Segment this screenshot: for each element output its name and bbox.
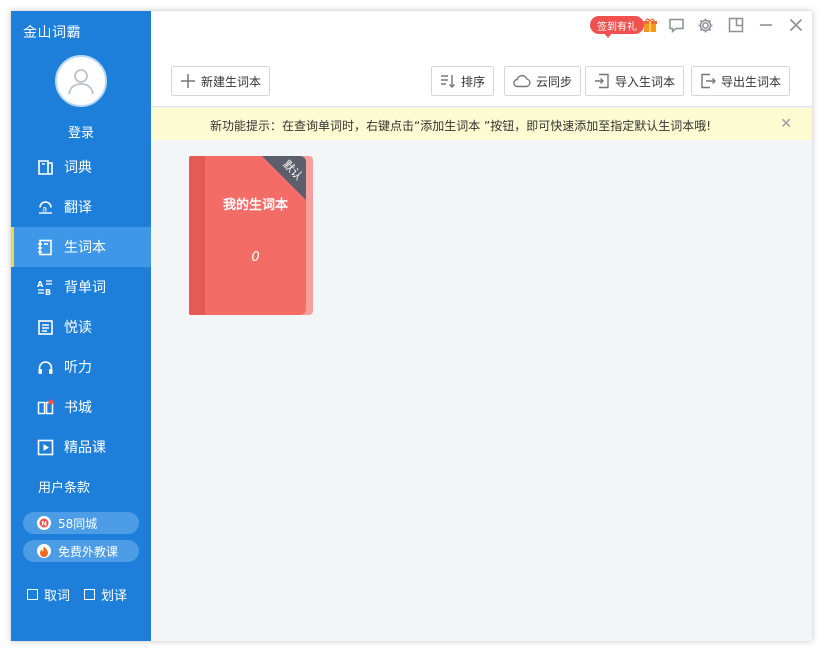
dictionary-icon (36, 158, 54, 176)
sidebar-item-reading[interactable]: 悦读 (11, 307, 151, 347)
export-icon (700, 73, 716, 89)
checkbox-label: 取词 (44, 589, 71, 604)
sidebar-options: 取词 划译 (27, 585, 141, 604)
feedback-icon[interactable] (666, 15, 686, 35)
sort-icon (440, 73, 456, 89)
minimize-icon[interactable] (756, 15, 776, 35)
select-translate-checkbox[interactable]: 划译 (84, 585, 127, 604)
sidebar-item-vocabulary[interactable]: 生词本 (11, 227, 151, 267)
avatar[interactable] (55, 55, 107, 107)
sidebar-nav: 词典 a 翻译 生词本 AB 背单词 悦读 听力 书城 精品课 (11, 147, 151, 467)
book-word-count: 0 (251, 250, 260, 265)
main-panel: 签到有礼 新建生词本 排序 云同步 导入生词本 导出生词本 新功能提示：在查询单… (151, 11, 812, 641)
svg-text:B: B (45, 288, 51, 296)
settings-icon[interactable] (695, 15, 715, 35)
course-play-icon (36, 438, 54, 456)
app-window: 金山词霸 登录 词典 a 翻译 生词本 A B 背单词 悦读 听力 书城 精品课… (11, 11, 812, 641)
login-link[interactable]: 登录 (11, 122, 151, 141)
button-label: 新建生词本 (201, 74, 262, 89)
sidebar-item-translate[interactable]: a 翻译 (11, 187, 151, 227)
new-vocabulary-book-button[interactable]: 新建生词本 (171, 66, 271, 96)
sidebar-item-label: 生词本 (64, 240, 106, 256)
button-label: 云同步 (536, 74, 573, 89)
promo-free-course-button[interactable]: 免费外教课 (23, 540, 139, 562)
promo-58-button[interactable]: N 58同城 (23, 512, 139, 534)
checkbox-box[interactable] (84, 589, 96, 600)
button-label: 排序 (461, 74, 486, 89)
sidebar-item-label: 词典 (64, 160, 92, 176)
top-toolbar: 签到有礼 新建生词本 排序 云同步 导入生词本 导出生词本 (151, 11, 812, 107)
vocabulary-book-icon (36, 238, 54, 256)
checkbox-label: 划译 (101, 589, 128, 604)
gift-icon[interactable] (640, 15, 660, 35)
sidebar-item-dictionary[interactable]: 词典 (11, 147, 151, 187)
mini-mode-icon[interactable] (726, 15, 746, 35)
memorize-words-icon: AB (36, 278, 54, 296)
sidebar-item-listening[interactable]: 听力 (11, 347, 151, 387)
bookstore-icon (36, 398, 54, 416)
svg-text:N: N (41, 520, 46, 528)
user-avatar-icon (68, 69, 94, 95)
sidebar-item-label: 背单词 (64, 280, 106, 296)
sidebar-item-label: 翻译 (64, 200, 92, 216)
sidebar-item-courses[interactable]: 精品课 (11, 427, 151, 467)
sidebar-item-bookstore[interactable]: 书城 (11, 387, 151, 427)
promo-label: 58同城 (58, 516, 98, 531)
cloud-sync-button[interactable]: 云同步 (504, 66, 582, 96)
sidebar: 金山词霸 登录 词典 a 翻译 生词本 A B 背单词 悦读 听力 书城 精品课… (11, 11, 151, 641)
export-vocabulary-button[interactable]: 导出生词本 (691, 66, 791, 96)
flame-icon (37, 544, 51, 558)
sidebar-item-label: 书城 (64, 400, 92, 416)
book-cover: 我的生词本 0 默认 (189, 156, 306, 315)
word-capture-checkbox[interactable]: 取词 (27, 585, 70, 604)
translate-icon: a (36, 198, 54, 216)
checkin-gift-badge[interactable]: 签到有礼 (590, 16, 644, 38)
58-logo-icon: N (37, 516, 51, 530)
promo-label: 免费外教课 (58, 544, 119, 559)
button-label: 导入生词本 (615, 74, 676, 89)
svg-text:a: a (42, 204, 47, 213)
user-terms-link[interactable]: 用户条款 (38, 477, 90, 496)
import-icon (594, 73, 610, 89)
sort-button[interactable]: 排序 (431, 66, 495, 96)
sidebar-item-memorize[interactable]: AB 背单词 (11, 267, 151, 307)
import-vocabulary-button[interactable]: 导入生词本 (585, 66, 685, 96)
plus-icon (180, 73, 196, 89)
reading-icon (36, 318, 54, 336)
notice-text: 新功能提示：在查询单词时，右键点击“添加生词本 ”按钮，即可快速添加至指定默认生… (210, 119, 712, 133)
vocabulary-book-card[interactable]: 我的生词本 0 默认 (189, 156, 313, 315)
feature-notice-bar: 新功能提示：在查询单词时，右键点击“添加生词本 ”按钮，即可快速添加至指定默认生… (151, 108, 812, 140)
button-label: 导出生词本 (721, 74, 782, 89)
checkbox-box[interactable] (27, 589, 38, 600)
notice-close-icon[interactable]: ✕ (780, 116, 792, 132)
book-spine (189, 156, 205, 315)
cloud-icon (513, 74, 531, 88)
sidebar-item-label: 听力 (64, 360, 92, 376)
app-title: 金山词霸 (23, 25, 81, 41)
svg-text:A: A (37, 280, 44, 289)
close-icon[interactable] (786, 15, 806, 35)
sidebar-item-label: 悦读 (64, 320, 92, 336)
sidebar-item-label: 精品课 (64, 440, 106, 456)
headphones-icon (36, 358, 54, 376)
